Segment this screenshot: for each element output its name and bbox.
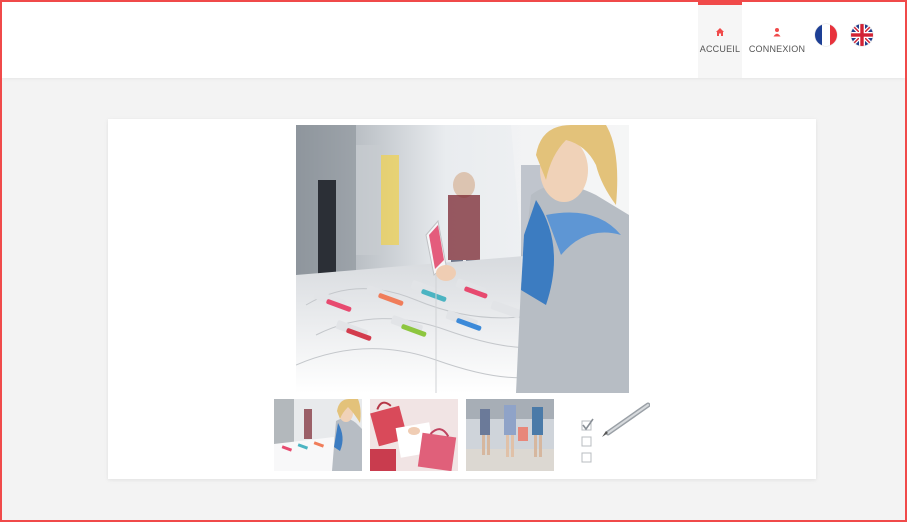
nav-home[interactable]: ACCUEIL <box>698 2 742 78</box>
nav-login-label: CONNEXION <box>748 43 806 54</box>
top-navigation-bar: ACCUEIL CONNEXION <box>2 2 905 78</box>
checklist-pen-thumbnail[interactable] <box>562 399 650 471</box>
home-icon <box>716 27 724 36</box>
user-icon <box>773 27 781 36</box>
shopping-bags-thumbnail[interactable] <box>370 399 458 471</box>
app-frame: ACCUEIL CONNEXION <box>0 0 907 522</box>
shoppers-legs-thumbnail[interactable] <box>466 399 554 471</box>
french-flag-icon[interactable] <box>815 24 837 46</box>
nav-login[interactable]: CONNEXION <box>746 2 808 78</box>
gallery-card <box>108 119 816 479</box>
nav-home-label: ACCUEIL <box>699 43 741 54</box>
uk-flag-icon[interactable] <box>851 24 873 46</box>
woman-phone-store-thumbnail[interactable] <box>274 399 362 471</box>
woman-trying-phone-in-store-photo[interactable] <box>296 125 629 393</box>
